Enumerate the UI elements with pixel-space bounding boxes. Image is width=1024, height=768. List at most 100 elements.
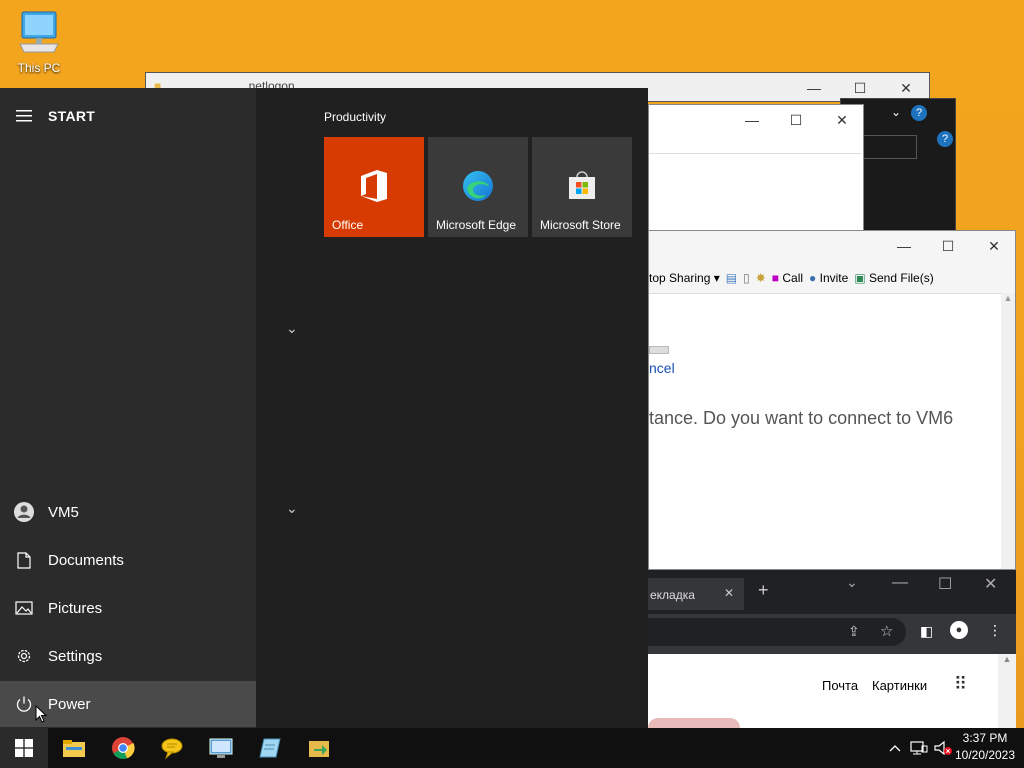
network-button[interactable] (907, 728, 931, 768)
address-bar[interactable] (648, 618, 906, 646)
browser-window[interactable]: екладка ✕ + ⌄ — ☐ ✕ ⇪ ☆ ◧ ● ⋮ Почта Карт… (648, 570, 1016, 728)
chevron-down-icon[interactable]: ⌄ (846, 574, 858, 591)
tile-group-title: Productivity (324, 110, 387, 124)
start-title: START (48, 108, 96, 124)
close-button[interactable]: ✕ (819, 105, 865, 135)
maximize-button[interactable]: ☐ (773, 105, 819, 135)
tile-microsoft-edge[interactable]: Microsoft Edge (428, 137, 528, 237)
scrollbar[interactable]: ▲ (998, 654, 1016, 728)
browser-tab[interactable]: екладка ✕ (648, 578, 744, 610)
minimize-button[interactable]: — (892, 574, 908, 592)
chrome-icon (112, 737, 135, 760)
rail-item-label: Power (48, 695, 91, 713)
scrollbar[interactable]: ▲ (1001, 293, 1015, 569)
chat-icon (161, 738, 183, 760)
hamburger-icon[interactable] (0, 110, 48, 122)
minimize-button[interactable]: — (881, 231, 927, 261)
remote-desktop-icon (209, 738, 233, 758)
close-button[interactable]: ✕ (971, 231, 1017, 261)
chat-window[interactable]: — ☐ ✕ top Sharing ▾ ▤ ▯ ✸ ■ Call ● Invit… (648, 230, 1016, 570)
tile-microsoft-store[interactable]: Microsoft Store (532, 137, 632, 237)
star-icon[interactable]: ☆ (880, 622, 893, 640)
help-icon[interactable]: ? (911, 105, 927, 121)
close-tab-icon[interactable]: ✕ (724, 586, 734, 600)
new-tab-button[interactable]: + (758, 580, 769, 601)
apps-grid-icon[interactable]: ⠿ (954, 674, 967, 695)
chevron-up-icon (889, 745, 901, 752)
rail-item-label: Pictures (48, 599, 103, 617)
store-icon (532, 169, 632, 201)
profile-icon[interactable]: ● (950, 621, 968, 639)
minimize-button[interactable]: — (791, 73, 837, 103)
volume-muted-icon (934, 740, 952, 756)
notes-icon[interactable]: ▤ (726, 271, 737, 285)
start-button[interactable] (0, 728, 48, 768)
invite-button[interactable]: ● Invite (809, 271, 848, 285)
desktop-icon-this-pc[interactable]: This PC (12, 8, 66, 75)
images-link[interactable]: Картинки (872, 678, 927, 693)
tile-office[interactable]: Office (324, 137, 424, 237)
clock-time: 3:37 PM (962, 731, 1008, 745)
cancel-link[interactable]: ncel (649, 360, 675, 376)
rail-item-user[interactable]: VM5 (0, 489, 256, 535)
taskbar-chat[interactable] (148, 728, 196, 768)
volume-button[interactable] (932, 728, 954, 768)
chevron-down-icon[interactable]: ⌄ (891, 105, 901, 119)
sidebar-icon[interactable]: ◧ (920, 623, 933, 640)
help-icon[interactable]: ? (937, 131, 953, 147)
clock-date: 10/20/2023 (954, 748, 1016, 762)
rail-item-settings[interactable]: Settings (0, 633, 256, 679)
maximize-button[interactable]: ☐ (925, 231, 971, 261)
desktop-icon-label: This PC (17, 61, 61, 75)
send-files-button[interactable]: ▣ Send File(s) (854, 271, 933, 285)
rail-item-pictures[interactable]: Pictures (0, 585, 256, 631)
file-explorer-icon (63, 740, 85, 757)
progress-bar (649, 346, 669, 354)
call-button[interactable]: ■ Call (772, 271, 803, 285)
minimize-button[interactable]: — (729, 105, 775, 135)
computer-icon (19, 11, 59, 53)
camera-icon: ■ (771, 271, 780, 285)
chat-message: tance. Do you want to connect to VM6 (649, 408, 954, 428)
menu-icon[interactable]: ⋮ (988, 622, 1002, 639)
share-icon[interactable]: ⇪ (848, 623, 860, 640)
taskbar-transfer[interactable] (295, 728, 343, 768)
people-icon: ● (809, 271, 817, 285)
send-file-icon: ▣ (854, 271, 866, 285)
chat-body: ncel tance. Do you want to connect to VM… (649, 293, 1001, 569)
transfer-icon (309, 741, 329, 757)
office-icon (324, 169, 424, 203)
user-avatar-icon (0, 501, 48, 523)
rail-item-label: Documents (48, 551, 124, 569)
taskbar-clock[interactable]: 3:37 PM 10/20/2023 (954, 730, 1016, 764)
game-icon[interactable]: ✸ (756, 271, 766, 285)
mail-link[interactable]: Почта (822, 678, 858, 693)
taskbar-notepad[interactable] (246, 728, 294, 768)
close-button[interactable]: ✕ (984, 574, 997, 594)
rail-item-documents[interactable]: Documents (0, 537, 256, 583)
maximize-button[interactable]: ☐ (938, 574, 952, 594)
show-hidden-icons-button[interactable] (884, 728, 906, 768)
dialog-window[interactable]: — ☐ ✕ (648, 104, 864, 234)
desktop-sharing-button[interactable]: top Sharing ▾ (649, 271, 720, 285)
file-icon[interactable]: ▯ (743, 271, 750, 285)
document-icon (0, 551, 48, 569)
start-menu: START VM5 Documents Pictures Settings Po… (0, 88, 648, 728)
chat-toolbar: top Sharing ▾ ▤ ▯ ✸ ■ Call ● Invite ▣ Se… (649, 265, 1015, 291)
start-rail: START VM5 Documents Pictures Settings Po… (0, 88, 256, 728)
rail-item-label: VM5 (48, 503, 79, 521)
gear-icon (0, 647, 48, 665)
chevron-down-icon[interactable]: ⌄ (286, 500, 298, 517)
notepad-icon (259, 738, 281, 758)
chevron-down-icon[interactable]: ⌄ (286, 320, 298, 337)
edge-icon (428, 169, 528, 203)
mouse-cursor-icon (35, 705, 47, 723)
taskbar: 3:37 PM 10/20/2023 (0, 728, 1024, 768)
taskbar-file-explorer[interactable] (50, 728, 98, 768)
windows-logo-icon (15, 739, 33, 757)
rail-item-label: Settings (48, 647, 103, 665)
taskbar-chrome[interactable] (99, 728, 147, 768)
taskbar-remote-desktop[interactable] (197, 728, 245, 768)
network-icon (910, 741, 928, 755)
picture-icon (0, 601, 48, 615)
